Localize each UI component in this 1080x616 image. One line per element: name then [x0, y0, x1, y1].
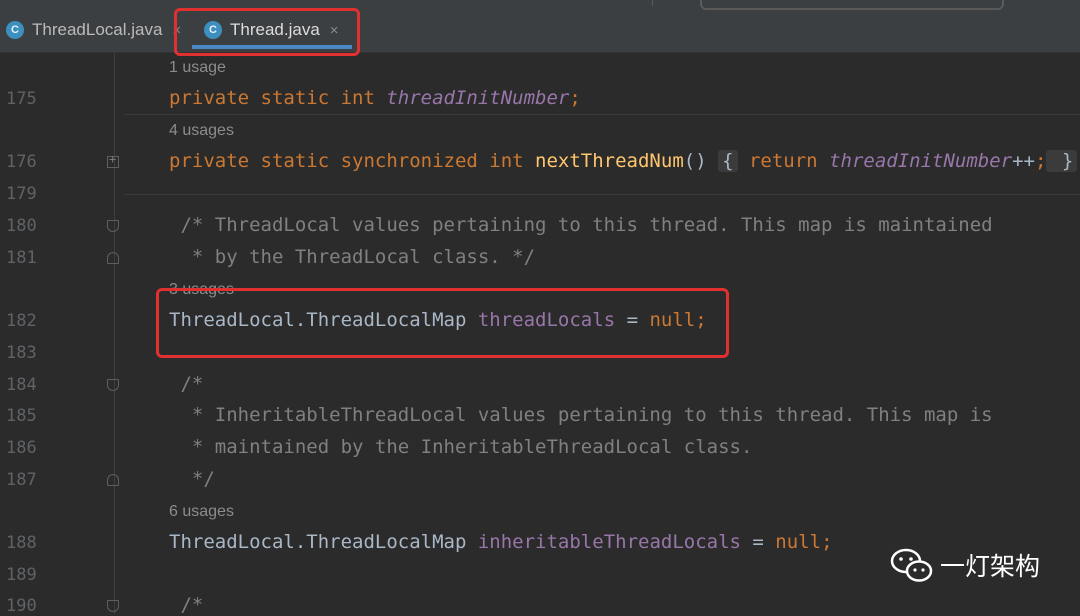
code-highlight-box — [156, 288, 729, 358]
line-number: 190 — [6, 596, 37, 616]
watermark: 一灯架构 — [890, 546, 1040, 584]
semicolon: ; — [821, 531, 833, 553]
tab-label: ThreadLocal.java — [32, 20, 163, 39]
tab-highlight-box — [174, 8, 360, 56]
fold-expand-icon[interactable] — [107, 152, 119, 168]
line-number: 175 — [6, 89, 37, 109]
fold-start-icon[interactable] — [107, 600, 119, 612]
line-number: 180 — [6, 216, 37, 236]
usage-hint[interactable]: 1 usage — [169, 59, 226, 77]
folded-body-close[interactable]: } — [1046, 150, 1078, 172]
field-name: threadInitNumber — [829, 150, 1013, 172]
code-line-190: /* — [169, 594, 204, 616]
code-line-187: */ — [169, 468, 215, 490]
field-name: threadInitNumber — [386, 87, 570, 109]
toolbar-divider — [652, 0, 653, 6]
operator: = — [740, 531, 776, 553]
line-number: 182 — [6, 311, 37, 331]
keyword: return — [737, 150, 830, 172]
fold-end-icon[interactable] — [107, 252, 119, 264]
type-name: ThreadLocal.ThreadLocalMap — [169, 531, 478, 553]
editor-tab-bar: C ThreadLocal.java × C Thread.java × — [0, 0, 1080, 56]
fold-end-icon[interactable] — [107, 474, 119, 486]
code-line-175: private static int threadInitNumber; — [169, 87, 581, 109]
watermark-text: 一灯架构 — [940, 552, 1041, 581]
fold-start-icon[interactable] — [107, 220, 119, 232]
usage-hint[interactable]: 6 usages — [169, 503, 234, 521]
member-separator — [124, 194, 1080, 195]
line-number: 188 — [6, 533, 37, 553]
fold-start-icon[interactable] — [107, 379, 119, 391]
operator: ++ — [1012, 150, 1035, 172]
folded-body-open[interactable]: { — [718, 150, 738, 172]
method-name: nextThreadNum — [535, 150, 684, 172]
field-name: inheritableThreadLocals — [477, 531, 741, 553]
code-line-188: ThreadLocal.ThreadLocalMap inheritableTh… — [169, 531, 833, 553]
line-number: 187 — [6, 470, 37, 490]
keyword: null — [775, 531, 822, 553]
code-line-176: private static synchronized int nextThre… — [169, 150, 1078, 172]
line-number: 189 — [6, 565, 37, 585]
code-line-186: * maintained by the InheritableThreadLoc… — [169, 436, 753, 458]
gutter-divider — [114, 52, 115, 614]
line-number: 179 — [6, 184, 37, 204]
class-c-icon: C — [6, 21, 24, 39]
semicolon: ; — [569, 87, 581, 109]
semicolon: ; — [1034, 150, 1047, 172]
toolbar-control[interactable] — [700, 0, 1004, 10]
keyword: private static synchronized int — [169, 150, 536, 172]
code-line-185: * InheritableThreadLocal values pertaini… — [169, 404, 993, 426]
code-line-181: * by the ThreadLocal class. */ — [169, 246, 536, 268]
code-line-180: /* ThreadLocal values pertaining to this… — [169, 214, 993, 236]
paren: () — [683, 150, 719, 172]
usage-hint[interactable]: 4 usages — [169, 122, 234, 140]
code-line-184: /* — [169, 373, 204, 395]
line-number: 181 — [6, 248, 37, 268]
member-separator — [124, 114, 1080, 115]
keyword: private static int — [169, 87, 387, 109]
tab-threadlocal-java[interactable]: C ThreadLocal.java × — [6, 10, 181, 50]
wechat-icon — [890, 548, 933, 582]
code-editor[interactable]: 175 176 179 180 181 182 183 184 185 186 … — [0, 52, 1080, 616]
line-number: 183 — [6, 343, 37, 363]
line-number: 186 — [6, 438, 37, 458]
line-number: 184 — [6, 375, 37, 395]
line-number: 185 — [6, 406, 37, 426]
line-number: 176 — [6, 152, 37, 172]
